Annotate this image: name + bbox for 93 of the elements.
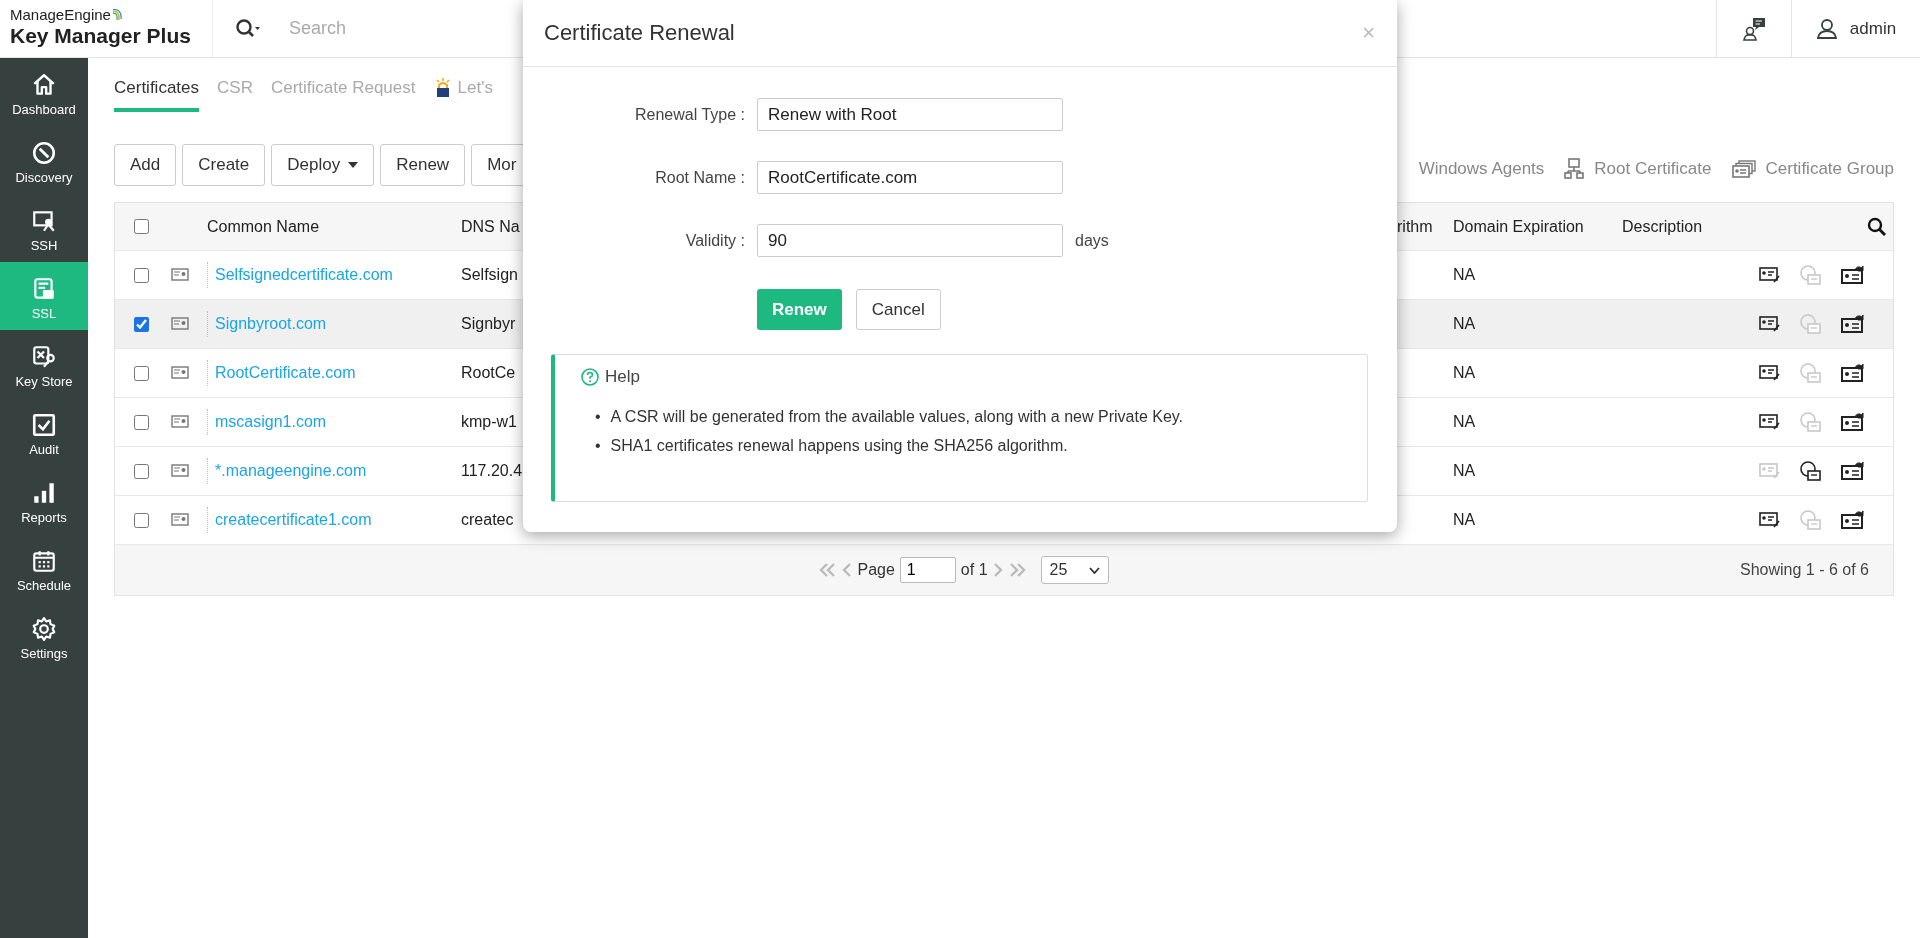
- brand-name: ManageEngine: [10, 6, 111, 23]
- card-edit-icon[interactable]: [1759, 315, 1781, 333]
- column-header: Domain Expiration: [1453, 217, 1585, 236]
- toolbar-button[interactable]: Create: [182, 144, 266, 186]
- certificate-icon: [171, 268, 189, 282]
- hierarchy-icon: [1564, 158, 1585, 180]
- toolbar-button[interactable]: Deploy: [271, 144, 375, 186]
- toolbar-button[interactable]: Add: [114, 144, 177, 186]
- help-text: A CSR will be generated from the available values, along with a new Private Key.: [610, 407, 1184, 426]
- column-header: Common Name: [207, 217, 321, 236]
- arc-logo-icon: [111, 8, 122, 21]
- column-header: rithm: [1397, 217, 1434, 236]
- certificate-icon: [171, 513, 189, 527]
- table-cell-text: Selfsign: [461, 266, 519, 284]
- help-icon: [581, 368, 599, 386]
- card-edit-icon[interactable]: [1759, 413, 1781, 431]
- input-field[interactable]: 90: [757, 224, 1063, 257]
- field-label: Renewal Type :: [634, 105, 745, 124]
- toolbar-link[interactable]: Root Certificate: [1594, 159, 1712, 179]
- table-cell-text: RootCe: [461, 364, 517, 382]
- card-renew-icon[interactable]: [1841, 510, 1865, 530]
- row-checkbox[interactable]: [134, 267, 149, 283]
- unit-label: days: [1075, 231, 1110, 250]
- card-renew-icon[interactable]: [1841, 314, 1865, 334]
- row-checkbox[interactable]: [134, 463, 149, 479]
- input-field[interactable]: RootCertificate.com: [757, 161, 1063, 194]
- certificate-icon: [171, 317, 189, 331]
- tab[interactable]: Certificates: [114, 78, 200, 112]
- user-name[interactable]: admin: [1849, 18, 1897, 39]
- row-checkbox[interactable]: [134, 316, 149, 332]
- user-chat-icon[interactable]: [1742, 16, 1766, 41]
- card-edit-icon[interactable]: [1759, 364, 1781, 382]
- table-cell-text: NA: [1453, 315, 1477, 333]
- lock-icon: [433, 78, 452, 98]
- table-cell-text: NA: [1453, 511, 1477, 529]
- sidebar-item[interactable]: Audit: [0, 398, 88, 466]
- card-renew-icon[interactable]: [1841, 265, 1865, 285]
- bullet: •: [595, 407, 601, 426]
- table-cell-text: NA: [1453, 413, 1477, 431]
- certificate-icon: [31, 275, 57, 302]
- sidebar-item[interactable]: Reports: [0, 466, 88, 534]
- field-label: Validity :: [684, 231, 745, 250]
- table-cell-text: kmp-w1: [461, 413, 518, 431]
- page-label: Page: [857, 561, 895, 579]
- home-icon: [31, 71, 57, 98]
- card-edit-icon[interactable]: [1759, 511, 1781, 529]
- sidebar-item[interactable]: SSH: [0, 194, 88, 262]
- cancel-button[interactable]: Cancel: [855, 289, 941, 330]
- dialog-title: Certificate Renewal: [544, 20, 735, 46]
- certificate-icon: [171, 464, 189, 478]
- product-name: Key Manager Plus: [10, 24, 192, 48]
- row-checkbox[interactable]: [134, 414, 149, 430]
- card-renew-icon[interactable]: [1841, 461, 1865, 481]
- table-cell-text: Signbyr: [461, 315, 517, 333]
- table-cell-text: createc: [461, 511, 515, 529]
- table-cell-text: NA: [1453, 266, 1477, 284]
- certificate-icon: [171, 366, 189, 380]
- toolbar-link[interactable]: Windows Agents: [1418, 159, 1545, 179]
- certificate-icon: [171, 415, 189, 429]
- page-size-dropdown[interactable]: 25: [1040, 556, 1109, 584]
- select-all-checkbox[interactable]: [134, 219, 149, 234]
- card-edit-icon[interactable]: [1759, 266, 1781, 284]
- toolbar-button[interactable]: Renew: [380, 144, 466, 186]
- settings-icon: [31, 615, 57, 642]
- card-renew-icon[interactable]: [1841, 412, 1865, 432]
- sidebar-item[interactable]: Schedule: [0, 534, 88, 602]
- input-field[interactable]: Renew with Root: [757, 98, 1063, 131]
- chevron-icon: [1088, 566, 1100, 574]
- page-field[interactable]: 1: [899, 557, 956, 583]
- key-icon: [31, 343, 57, 370]
- field-label: Root Name :: [654, 168, 745, 187]
- page-count: of 1: [960, 561, 988, 579]
- search-icon[interactable]: [1867, 216, 1887, 237]
- bullet: •: [595, 436, 601, 455]
- table-cell-text: NA: [1453, 462, 1477, 480]
- row-checkbox[interactable]: [134, 512, 149, 528]
- sidebar-item[interactable]: Dashboard: [0, 58, 88, 126]
- record-count: Showing 1 - 6 of 6: [1740, 561, 1869, 579]
- sidebar-item[interactable]: Key Store: [0, 330, 88, 398]
- help-title: Help: [605, 367, 640, 387]
- checkbox-icon: [31, 411, 57, 438]
- user-icon[interactable]: [1815, 17, 1838, 40]
- help-text: SHA1 certificates renewal happens using the SHA256 algorithm.: [610, 436, 1068, 455]
- card-renew-icon[interactable]: [1841, 363, 1865, 383]
- column-header: Description: [1622, 217, 1704, 236]
- row-checkbox[interactable]: [134, 365, 149, 381]
- sidebar-item[interactable]: Settings: [0, 602, 88, 670]
- stacked-cards-icon: [1731, 160, 1756, 178]
- table-cell-text: NA: [1453, 364, 1477, 382]
- column-header: DNS Na: [461, 217, 521, 236]
- sidebar-item[interactable]: Discovery: [0, 126, 88, 194]
- toolbar-link[interactable]: Certificate Group: [1765, 159, 1894, 179]
- table-cell-text: 117.20.4: [461, 462, 524, 480]
